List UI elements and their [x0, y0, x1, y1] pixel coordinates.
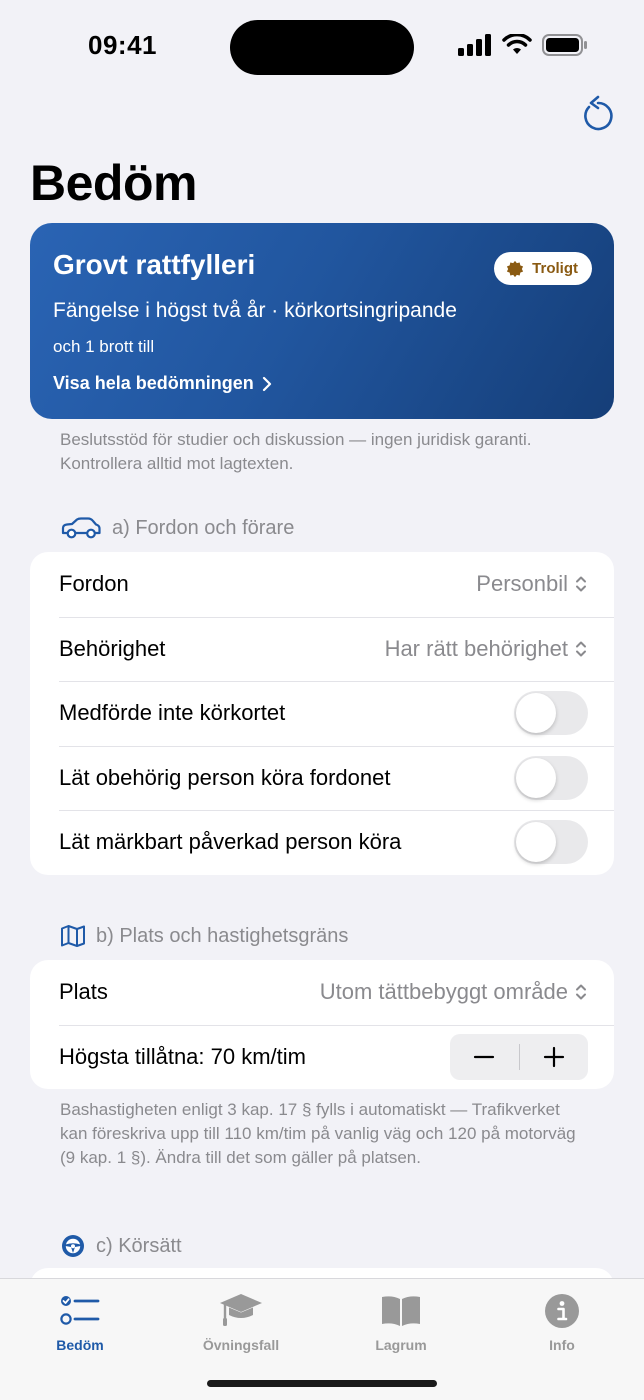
penalty-summary: Fängelse i högst två år · körkortsingrip… — [53, 299, 457, 322]
dynamic-island — [230, 20, 414, 75]
reset-button[interactable] — [580, 94, 616, 132]
location-speed-card: Plats Utom tättbebyggt område Högsta til… — [30, 960, 614, 1089]
chevron-up-down-icon — [576, 576, 586, 592]
toggle-knob — [516, 693, 556, 734]
toggle-knob — [516, 822, 556, 863]
speed-limit-stepper[interactable] — [450, 1033, 589, 1080]
vehicle-row[interactable]: Fordon Personbil — [30, 552, 614, 617]
checklist-icon — [60, 1287, 100, 1335]
location-label: Plats — [59, 979, 108, 1005]
vehicle-picker[interactable]: Personbil — [476, 571, 588, 597]
tab-assess[interactable]: Bedöm — [25, 1287, 135, 1353]
unauthorized-driver-label: Lät obehörig person köra fordonet — [59, 764, 391, 790]
graduation-cap-icon — [218, 1287, 264, 1335]
no-license-carried-row: Medförde inte körkortet — [30, 681, 614, 746]
section-header-label: c) Körsätt — [96, 1234, 182, 1257]
likelihood-badge-label: Troligt — [532, 260, 578, 277]
license-picker[interactable]: Har rätt behörighet — [385, 636, 588, 662]
show-full-assessment-link[interactable]: Visa hela bedömningen — [53, 373, 272, 394]
vehicle-value: Personbil — [476, 571, 568, 597]
chevron-right-icon — [262, 376, 271, 391]
info-icon — [544, 1287, 580, 1335]
additional-offenses: och 1 brott till — [53, 337, 155, 356]
tab-info[interactable]: Info — [507, 1287, 617, 1353]
minus-icon — [474, 1055, 495, 1058]
tab-label: Bedöm — [56, 1337, 104, 1353]
no-license-carried-label: Medförde inte körkortet — [59, 700, 286, 726]
section-header-label: a) Fordon och förare — [112, 516, 295, 539]
tab-exercises[interactable]: Övningsfall — [186, 1287, 296, 1353]
map-icon — [60, 924, 86, 948]
unauthorized-driver-toggle[interactable] — [514, 755, 588, 800]
location-picker[interactable]: Utom tättbebyggt område — [320, 979, 588, 1005]
status-icons — [458, 34, 588, 56]
offense-title: Grovt rattfylleri — [53, 249, 256, 280]
section-header-vehicle: a) Fordon och förare — [60, 516, 294, 540]
likelihood-badge: Troligt — [494, 252, 592, 285]
license-label: Behörighet — [59, 635, 166, 661]
chevron-up-down-icon — [576, 641, 586, 657]
tab-label: Info — [549, 1337, 575, 1353]
status-bar: 09:41 — [0, 0, 644, 96]
vehicle-driver-card: Fordon Personbil Behörighet Har rätt beh… — [30, 552, 614, 875]
wifi-icon — [502, 34, 532, 54]
unauthorized-driver-row: Lät obehörig person köra fordonet — [30, 745, 614, 811]
home-indicator — [207, 1380, 437, 1387]
toggle-knob — [516, 757, 556, 798]
book-icon — [380, 1287, 422, 1335]
reset-icon — [584, 95, 613, 131]
speed-limit-row: Högsta tillåtna: 70 km/tim — [30, 1024, 614, 1090]
speed-footnote: Bashastigheten enligt 3 kap. 17 § fylls … — [60, 1100, 576, 1167]
tab-label: Övningsfall — [202, 1337, 280, 1353]
disclaimer-text: Beslutsstöd för studier och diskussion —… — [60, 430, 532, 473]
vehicle-label: Fordon — [59, 571, 129, 597]
license-value: Har rätt behörighet — [384, 635, 568, 661]
cellular-signal-icon — [458, 34, 491, 56]
no-license-carried-toggle[interactable] — [514, 691, 588, 736]
speed-limit-label: Högsta tillåtna: 70 km/tim — [59, 1043, 306, 1069]
impaired-driver-label: Lät märkbart påverkad person köra — [59, 829, 402, 855]
tab-label: Lagrum — [375, 1337, 427, 1353]
section-header-location: b) Plats och hastighetsgräns — [60, 924, 348, 948]
steering-wheel-icon — [60, 1233, 86, 1259]
seal-icon — [507, 260, 524, 277]
location-value: Utom tättbebyggt område — [319, 979, 568, 1005]
battery-icon — [542, 34, 587, 56]
status-time: 09:41 — [88, 30, 157, 60]
increment-button[interactable] — [520, 1034, 589, 1080]
assessment-summary-card[interactable]: Grovt rattfylleri Troligt Fängelse i hög… — [30, 223, 614, 419]
impaired-driver-row: Lät märkbart påverkad person köra — [30, 810, 614, 875]
location-row[interactable]: Plats Utom tättbebyggt område — [30, 960, 614, 1025]
license-row[interactable]: Behörighet Har rätt behörighet — [30, 616, 614, 682]
page-title: Bedöm — [30, 155, 197, 211]
car-icon — [60, 516, 102, 540]
section-header-driving: c) Körsätt — [60, 1233, 182, 1259]
decrement-button[interactable] — [450, 1034, 519, 1080]
show-full-assessment-label: Visa hela bedömningen — [53, 373, 254, 393]
section-header-label: b) Plats och hastighetsgräns — [96, 924, 349, 947]
chevron-up-down-icon — [576, 984, 586, 1000]
tab-law[interactable]: Lagrum — [346, 1287, 456, 1353]
plus-icon — [543, 1046, 564, 1067]
impaired-driver-toggle[interactable] — [514, 820, 588, 865]
